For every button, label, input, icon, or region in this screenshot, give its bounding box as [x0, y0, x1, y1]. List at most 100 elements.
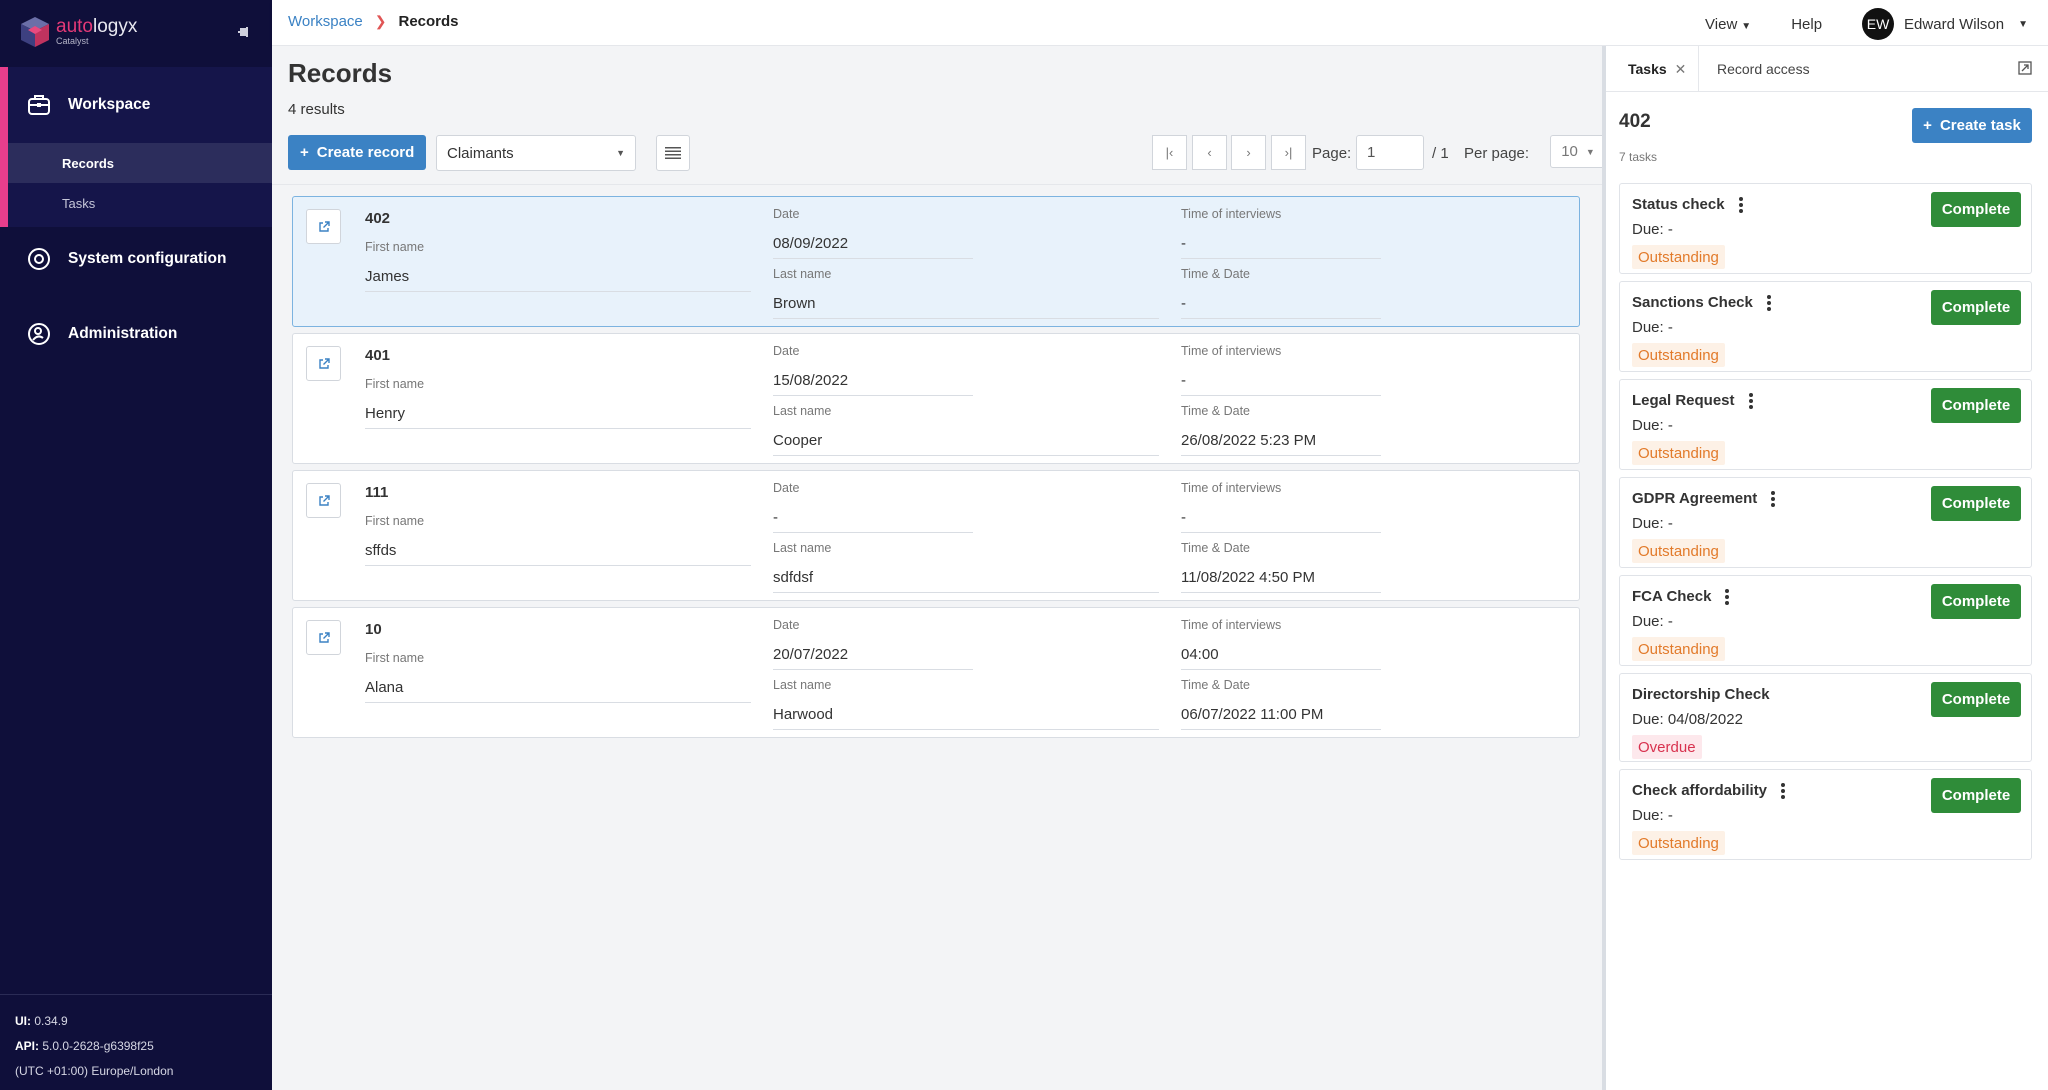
complete-button[interactable]: Complete [1931, 584, 2021, 619]
task-name: Legal Request [1632, 392, 1735, 409]
open-record-button[interactable] [306, 346, 341, 381]
time-date-label: Time & Date [1181, 678, 1251, 692]
divider [272, 184, 1602, 185]
record-card[interactable]: 402 First name James Date 08/09/2022 Las… [292, 196, 1580, 327]
first-name-label: First name [365, 240, 425, 254]
more-options-icon[interactable] [1781, 782, 1786, 799]
task-count: 7 tasks [1619, 150, 1658, 164]
task-name-row: Legal Request [1632, 392, 1753, 409]
task-name: Status check [1632, 196, 1725, 213]
task-name: Check affordability [1632, 782, 1768, 799]
tab-tasks-label: Tasks [1628, 61, 1667, 77]
record-id: 111 [365, 484, 389, 501]
task-name-row: Status check [1632, 196, 1743, 213]
status-badge: Outstanding [1632, 441, 1725, 465]
more-options-icon[interactable] [1738, 196, 1743, 213]
pin-icon[interactable] [234, 24, 250, 40]
complete-button[interactable]: Complete [1931, 682, 2021, 717]
record-card[interactable]: 401 First name Henry Date 15/08/2022 Las… [292, 333, 1580, 464]
complete-button[interactable]: Complete [1931, 486, 2021, 521]
view-menu[interactable]: View ▼ [1705, 16, 1751, 33]
complete-button[interactable]: Complete [1931, 778, 2021, 813]
more-options-icon[interactable] [1766, 294, 1771, 311]
more-options-icon[interactable] [1771, 490, 1776, 507]
time-of-interviews-label: Time of interviews [1181, 344, 1282, 358]
next-page-button[interactable]: › [1231, 135, 1266, 170]
sidebar-item-label: Tasks [62, 195, 96, 211]
task-name-row: Sanctions Check [1632, 294, 1771, 311]
date-label: Date [773, 207, 800, 221]
task-name: Directorship Check [1632, 686, 1770, 703]
gear-icon [28, 248, 50, 270]
date-value: 20/07/2022 [773, 646, 973, 670]
breadcrumb-current: Records [398, 13, 459, 30]
list-icon [665, 147, 681, 159]
nav-administration[interactable]: Administration [0, 297, 272, 371]
page-number-input[interactable] [1356, 135, 1424, 170]
status-badge: Outstanding [1632, 245, 1725, 269]
more-options-icon[interactable] [1725, 588, 1730, 605]
first-page-button[interactable]: |‹ [1152, 135, 1187, 170]
last-page-button[interactable]: ›| [1271, 135, 1306, 170]
date-label: Date [773, 618, 800, 632]
create-record-button[interactable]: + Create record [288, 135, 427, 170]
time-of-interviews-label: Time of interviews [1181, 207, 1282, 221]
record-type-select[interactable]: Claimants ▼ [436, 135, 636, 171]
open-record-button[interactable] [306, 620, 341, 655]
time-of-interviews-label: Time of interviews [1181, 481, 1282, 495]
plus-icon: + [300, 144, 309, 161]
last-page-icon: ›| [1284, 145, 1293, 160]
sidebar-item-records[interactable]: Records [8, 143, 272, 183]
brand-logo[interactable]: autologyx Catalyst [20, 16, 137, 48]
record-id: 401 [365, 347, 391, 364]
chevron-right-icon: › [1246, 145, 1251, 160]
nav-administration-group: Administration [0, 297, 272, 371]
first-page-icon: |‹ [1165, 145, 1174, 160]
open-record-button[interactable] [306, 209, 341, 244]
close-icon[interactable]: ✕ [1675, 61, 1687, 78]
tab-record-access[interactable]: Record access [1717, 46, 1810, 92]
expand-icon[interactable] [2018, 61, 2032, 75]
breadcrumb-workspace-link[interactable]: Workspace [288, 13, 363, 30]
record-card[interactable]: 111 First name sffds Date - Last name sd… [292, 470, 1580, 601]
nav-system-configuration[interactable]: System configuration [0, 222, 272, 296]
tab-tasks[interactable]: Tasks ✕ [1606, 46, 1700, 92]
complete-button[interactable]: Complete [1931, 388, 2021, 423]
external-link-icon [318, 631, 330, 643]
first-name-label: First name [365, 651, 425, 665]
first-name-label: First name [365, 514, 425, 528]
time-of-interviews-value: 04:00 [1181, 646, 1381, 670]
tasks-list: Status check Due: - Outstanding Complete… [1619, 183, 2032, 867]
list-view-button[interactable] [656, 135, 690, 171]
record-card[interactable]: 10 First name Alana Date 20/07/2022 Last… [292, 607, 1580, 738]
prev-page-button[interactable]: ‹ [1192, 135, 1227, 170]
more-options-icon[interactable] [1748, 392, 1753, 409]
last-name-value: sdfdsf [773, 569, 1159, 593]
task-card: Check affordability Due: - Outstanding C… [1619, 769, 2032, 860]
date-value: 08/09/2022 [773, 235, 973, 259]
per-page-value: 10 [1561, 143, 1578, 160]
time-date-value: 26/08/2022 5:23 PM [1181, 432, 1381, 456]
complete-button[interactable]: Complete [1931, 290, 2021, 325]
task-name: GDPR Agreement [1632, 490, 1758, 507]
open-record-button[interactable] [306, 483, 341, 518]
per-page-select[interactable]: 10 ▼ [1550, 135, 1606, 168]
complete-button[interactable]: Complete [1931, 192, 2021, 227]
panel-tabs: Tasks ✕ Record access [1606, 46, 2048, 92]
task-name-row: Check affordability [1632, 782, 1786, 799]
task-card: Status check Due: - Outstanding Complete [1619, 183, 2032, 274]
nav-system-configuration-group: System configuration [0, 222, 272, 296]
nav-workspace[interactable]: Workspace [8, 67, 272, 143]
user-menu[interactable]: EW Edward Wilson ▼ [1862, 8, 2028, 40]
time-date-label: Time & Date [1181, 267, 1251, 281]
ui-version: UI: 0.34.9 [15, 1014, 68, 1028]
help-link[interactable]: Help [1791, 16, 1822, 33]
task-name-row: GDPR Agreement [1632, 490, 1776, 507]
timezone: (UTC +01:00) Europe/London [15, 1064, 174, 1078]
per-page-label: Per page: [1464, 145, 1530, 162]
create-task-button[interactable]: + Create task [1912, 108, 2032, 143]
sidebar-item-tasks[interactable]: Tasks [8, 183, 272, 223]
sidebar-item-label: Records [62, 155, 115, 171]
time-of-interviews-value: - [1181, 235, 1381, 259]
nav-workspace-group: Workspace Records Tasks [0, 67, 272, 227]
